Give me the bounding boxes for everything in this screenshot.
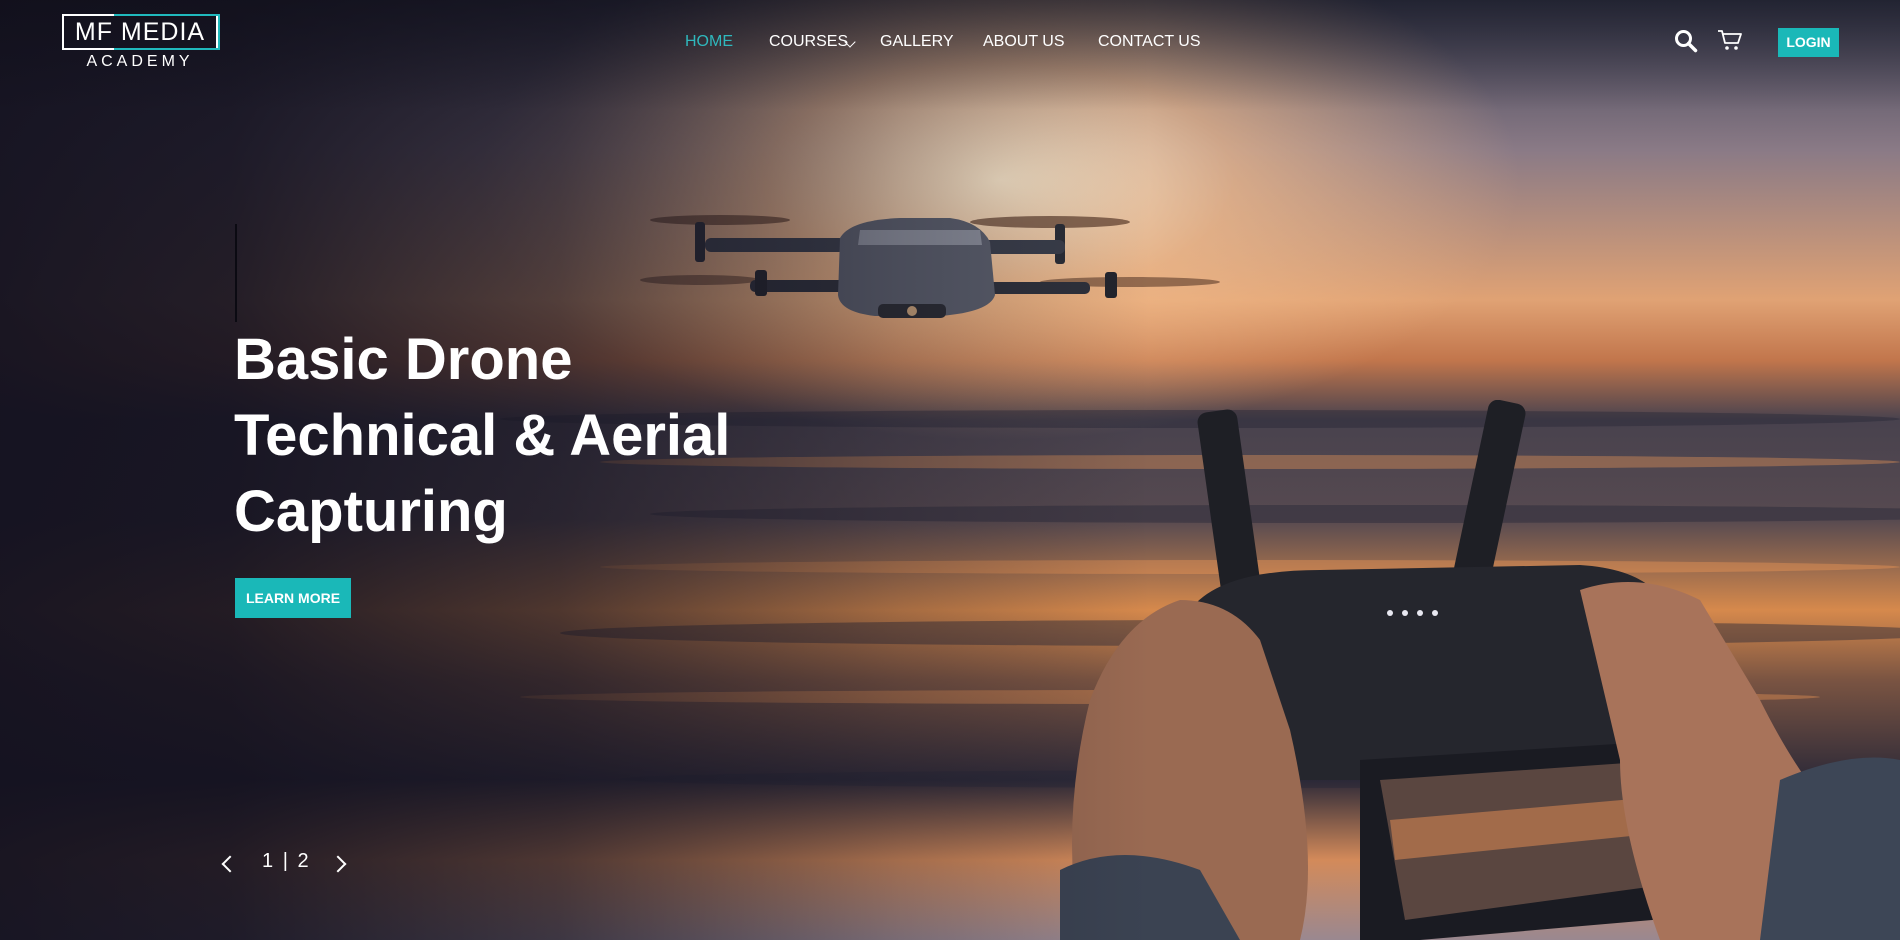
nav-item-courses[interactable]: COURSES — [769, 30, 848, 54]
slide-separator: | — [282, 850, 288, 872]
hero-title-line: Technical & Aerial — [234, 403, 731, 468]
cart-icon[interactable] — [1717, 28, 1743, 52]
learn-more-button[interactable]: LEARN MORE — [235, 578, 351, 618]
nav-item-about-us[interactable]: ABOUT US — [983, 30, 1065, 54]
logo-tagline: ACADEMY — [86, 53, 194, 70]
slide-total: 2 — [297, 850, 309, 872]
search-icon[interactable] — [1674, 29, 1698, 53]
hero-title-line: Basic Drone — [234, 327, 573, 392]
nav-item-gallery[interactable]: GALLERY — [880, 30, 954, 54]
slide-current: 1 — [262, 850, 274, 872]
title-accent-line — [235, 224, 237, 322]
nav-item-contact-us[interactable]: CONTACT US — [1098, 30, 1201, 54]
hero-title: Basic Drone Technical & Aerial Capturing — [234, 322, 954, 550]
hero-title-line: Capturing — [234, 479, 508, 544]
hero-slider: MF MEDIA ACADEMY HOME COURSES GALLERY AB… — [0, 0, 1900, 940]
main-nav: HOME COURSES GALLERY ABOUT US CONTACT US — [0, 30, 1900, 54]
login-button[interactable]: LOGIN — [1778, 28, 1839, 57]
chevron-left-icon[interactable] — [216, 852, 240, 876]
chevron-right-icon[interactable] — [329, 852, 353, 876]
slide-counter: 1 | 2 — [262, 849, 309, 873]
site-header: MF MEDIA ACADEMY HOME COURSES GALLERY AB… — [0, 0, 1900, 90]
nav-item-home[interactable]: HOME — [685, 30, 733, 54]
